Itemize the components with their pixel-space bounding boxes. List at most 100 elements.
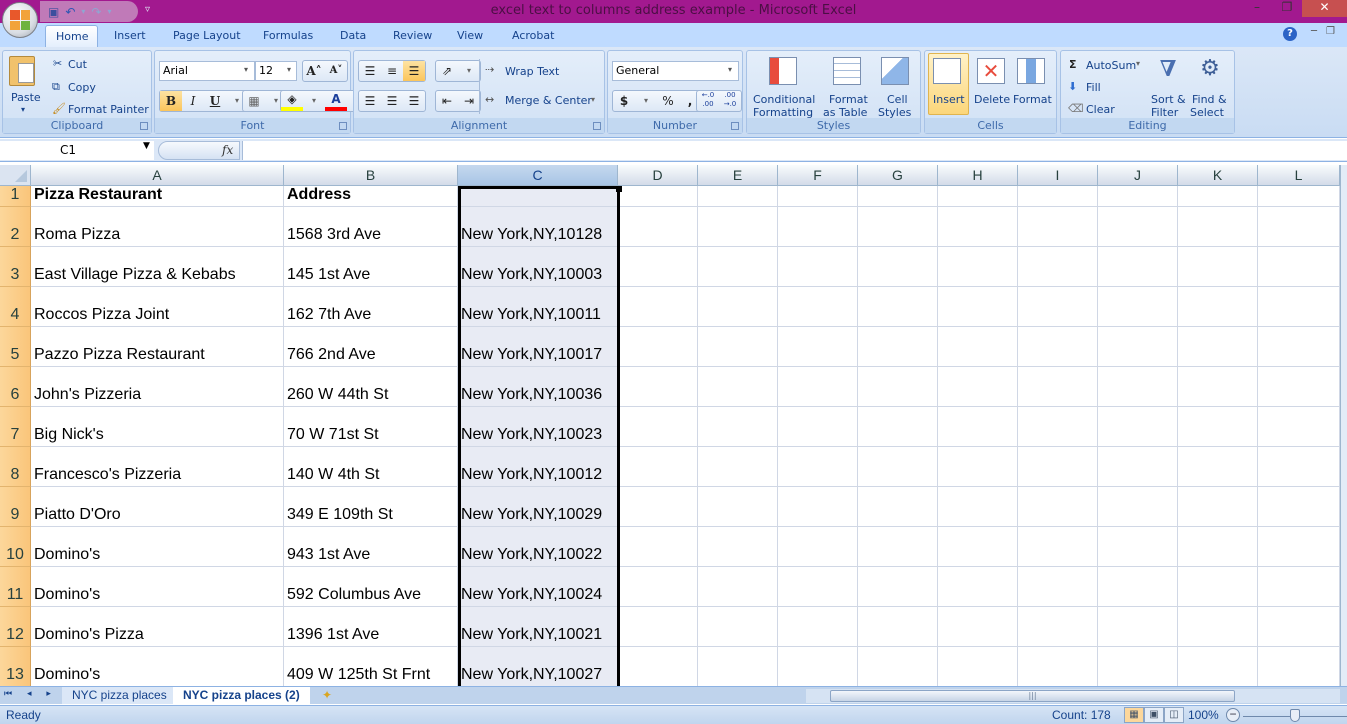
cell-i2[interactable] — [1018, 207, 1098, 247]
cell-g13[interactable] — [858, 647, 938, 686]
formula-input[interactable] — [242, 141, 1347, 160]
cell-e2[interactable] — [698, 207, 778, 247]
align-left-icon[interactable]: ☰ — [359, 91, 381, 111]
cell-l6[interactable] — [1258, 367, 1340, 407]
font-name-dropdown-icon[interactable]: ▾ — [244, 65, 248, 74]
cell-j10[interactable] — [1098, 527, 1178, 567]
cell-i3[interactable] — [1018, 247, 1098, 287]
cell-d12[interactable] — [618, 607, 698, 647]
merge-dropdown-icon[interactable]: ▾ — [591, 95, 595, 104]
cell-k12[interactable] — [1178, 607, 1258, 647]
cell-l8[interactable] — [1258, 447, 1340, 487]
row-header-4[interactable]: 4 — [0, 287, 31, 327]
cell-a5[interactable]: Pazzo Pizza Restaurant — [31, 327, 284, 367]
vertical-scrollbar[interactable] — [1340, 165, 1347, 686]
row-header-1[interactable]: 1 — [0, 186, 31, 207]
name-box-dropdown-icon[interactable]: ▼ — [143, 141, 150, 151]
bold-button[interactable]: B — [160, 91, 182, 111]
cell-j5[interactable] — [1098, 327, 1178, 367]
cell-j4[interactable] — [1098, 287, 1178, 327]
fill-color-icon[interactable]: ◈ — [281, 91, 303, 111]
row-header-6[interactable]: 6 — [0, 367, 31, 407]
column-header-e[interactable]: E — [698, 165, 778, 186]
decrease-indent-icon[interactable]: ⇤ — [436, 91, 458, 111]
font-launcher-icon[interactable] — [339, 122, 347, 130]
cell-k7[interactable] — [1178, 407, 1258, 447]
cell-a13[interactable]: Domino's — [31, 647, 284, 686]
cell-f5[interactable] — [778, 327, 858, 367]
top-align-icon[interactable]: ☰ — [359, 61, 381, 81]
cell-b7[interactable]: 70 W 71st St — [284, 407, 458, 447]
cell-k11[interactable] — [1178, 567, 1258, 607]
insert-sheet-icon[interactable]: ✦ — [312, 687, 342, 704]
normal-view-icon[interactable]: ▦ — [1124, 707, 1144, 723]
ribbon-minimize-icon[interactable]: ─ — [1311, 26, 1317, 37]
cell-g3[interactable] — [858, 247, 938, 287]
find-select-label-1[interactable]: Find & — [1192, 93, 1227, 106]
tab-acrobat[interactable]: Acrobat — [502, 25, 564, 47]
cell-g9[interactable] — [858, 487, 938, 527]
middle-align-icon[interactable]: ≡ — [381, 61, 403, 81]
redo-dropdown-icon[interactable]: ▾ — [107, 7, 111, 16]
cell-h4[interactable] — [938, 287, 1018, 327]
office-button[interactable] — [2, 2, 38, 38]
cell-i7[interactable] — [1018, 407, 1098, 447]
row-header-3[interactable]: 3 — [0, 247, 31, 287]
cell-h12[interactable] — [938, 607, 1018, 647]
cell-b4[interactable]: 162 7th Ave — [284, 287, 458, 327]
cell-l3[interactable] — [1258, 247, 1340, 287]
cell-i11[interactable] — [1018, 567, 1098, 607]
cell-e1[interactable] — [698, 186, 778, 207]
cell-i5[interactable] — [1018, 327, 1098, 367]
column-header-f[interactable]: F — [778, 165, 858, 186]
alignment-launcher-icon[interactable] — [593, 122, 601, 130]
cell-a10[interactable]: Domino's — [31, 527, 284, 567]
number-launcher-icon[interactable] — [731, 122, 739, 130]
cell-h8[interactable] — [938, 447, 1018, 487]
cell-a6[interactable]: John's Pizzeria — [31, 367, 284, 407]
cell-c2[interactable]: New York,NY,10128 — [458, 207, 618, 247]
zoom-slider-thumb[interactable] — [1290, 709, 1300, 722]
cell-e6[interactable] — [698, 367, 778, 407]
underline-button[interactable]: U — [204, 91, 226, 111]
cell-i12[interactable] — [1018, 607, 1098, 647]
cell-l2[interactable] — [1258, 207, 1340, 247]
tab-insert[interactable]: Insert — [104, 25, 156, 47]
cell-e13[interactable] — [698, 647, 778, 686]
paste-dropdown-icon[interactable]: ▾ — [21, 105, 25, 114]
ribbon-restore-icon[interactable]: ❐ — [1326, 26, 1335, 37]
format-painter-button[interactable]: Format Painter — [68, 103, 149, 116]
currency-button[interactable]: $ — [613, 91, 635, 111]
cell-e8[interactable] — [698, 447, 778, 487]
cell-f8[interactable] — [778, 447, 858, 487]
cell-j1[interactable] — [1098, 186, 1178, 207]
cell-b13[interactable]: 409 W 125th St Frnt — [284, 647, 458, 686]
cell-k9[interactable] — [1178, 487, 1258, 527]
tab-formulas[interactable]: Formulas — [253, 25, 323, 47]
zoom-level[interactable]: 100% — [1188, 708, 1219, 722]
orientation-button[interactable]: ⇗ ▾ — [435, 60, 481, 82]
cell-h13[interactable] — [938, 647, 1018, 686]
cell-h7[interactable] — [938, 407, 1018, 447]
cell-d10[interactable] — [618, 527, 698, 567]
cell-b2[interactable]: 1568 3rd Ave — [284, 207, 458, 247]
cell-g1[interactable] — [858, 186, 938, 207]
align-right-icon[interactable]: ☰ — [403, 91, 425, 111]
fill-handle[interactable] — [616, 186, 622, 192]
format-button[interactable]: Format — [1013, 93, 1052, 106]
cell-g2[interactable] — [858, 207, 938, 247]
cell-l1[interactable] — [1258, 186, 1340, 207]
fill-color-dropdown-icon[interactable]: ▾ — [303, 91, 325, 111]
cell-g8[interactable] — [858, 447, 938, 487]
name-box[interactable]: C1 — [0, 141, 154, 160]
sheet-tab-nyc-pizza-places-2[interactable]: NYC pizza places (2) — [173, 687, 310, 704]
cell-b6[interactable]: 260 W 44th St — [284, 367, 458, 407]
cell-k4[interactable] — [1178, 287, 1258, 327]
cell-e11[interactable] — [698, 567, 778, 607]
cell-k8[interactable] — [1178, 447, 1258, 487]
cell-e5[interactable] — [698, 327, 778, 367]
cell-e12[interactable] — [698, 607, 778, 647]
cell-l7[interactable] — [1258, 407, 1340, 447]
cell-e4[interactable] — [698, 287, 778, 327]
cell-d1[interactable] — [618, 186, 698, 207]
